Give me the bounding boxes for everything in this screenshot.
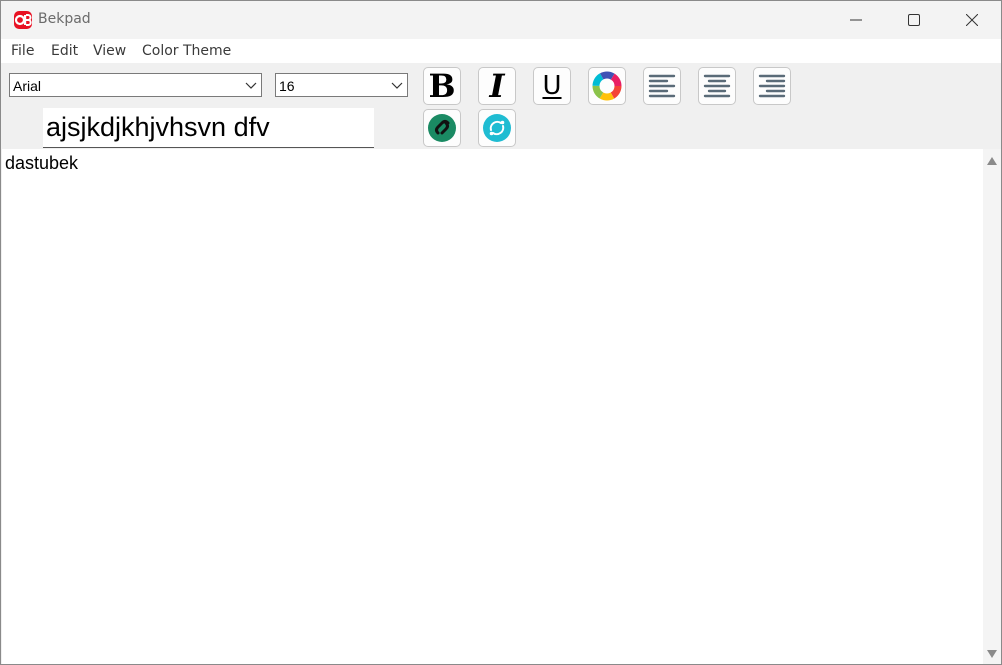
- link-icon: [428, 114, 456, 142]
- font-family-value: Arial: [13, 78, 42, 94]
- maximize-button[interactable]: [885, 1, 943, 39]
- color-wheel-icon: [592, 71, 622, 101]
- title-bar: Bekpad: [1, 1, 1001, 39]
- vertical-scrollbar[interactable]: [983, 149, 1001, 664]
- bold-icon: B: [428, 67, 456, 105]
- align-center-icon: [703, 74, 731, 98]
- font-size-select[interactable]: 16: [275, 73, 408, 97]
- align-right-button[interactable]: [753, 67, 791, 105]
- formatting-toolbar: Arial 16 ajsjkdjkhjvhsvn dfv B I U: [1, 63, 1001, 149]
- menu-color-theme[interactable]: Color Theme: [142, 43, 231, 59]
- text-editor[interactable]: dastubek: [2, 149, 983, 664]
- menu-bar: File Edit View Color Theme: [1, 39, 1001, 63]
- maximize-icon: [908, 14, 920, 26]
- window-title: Bekpad: [38, 11, 91, 27]
- minimize-icon: [850, 19, 862, 21]
- font-size-value: 16: [279, 78, 295, 94]
- menu-edit[interactable]: Edit: [51, 43, 78, 59]
- editor-content: dastubek: [5, 153, 79, 173]
- scroll-down-icon[interactable]: [987, 649, 997, 659]
- app-window: Bekpad File Edit View Color Theme Arial …: [0, 0, 1002, 665]
- close-icon: [966, 14, 978, 26]
- scroll-up-icon[interactable]: [987, 156, 997, 166]
- sync-button[interactable]: [478, 109, 516, 147]
- underline-button[interactable]: U: [533, 67, 571, 105]
- chevron-down-icon: [245, 82, 257, 89]
- menu-file[interactable]: File: [11, 43, 34, 59]
- align-right-icon: [758, 74, 786, 98]
- sync-icon: [483, 114, 511, 142]
- minimize-button[interactable]: [827, 1, 885, 39]
- font-family-select[interactable]: Arial: [9, 73, 262, 97]
- italic-icon: I: [489, 67, 505, 105]
- close-button[interactable]: [943, 1, 1001, 39]
- app-logo-icon: [14, 11, 32, 29]
- align-left-icon: [648, 74, 676, 98]
- link-button[interactable]: [423, 109, 461, 147]
- align-center-button[interactable]: [698, 67, 736, 105]
- text-color-button[interactable]: [588, 67, 626, 105]
- underline-icon: U: [542, 71, 562, 101]
- menu-view[interactable]: View: [93, 43, 126, 59]
- italic-button[interactable]: I: [478, 67, 516, 105]
- align-left-button[interactable]: [643, 67, 681, 105]
- chevron-down-icon: [391, 82, 403, 89]
- bold-button[interactable]: B: [423, 67, 461, 105]
- font-preview-field[interactable]: ajsjkdjkhjvhsvn dfv: [43, 108, 374, 148]
